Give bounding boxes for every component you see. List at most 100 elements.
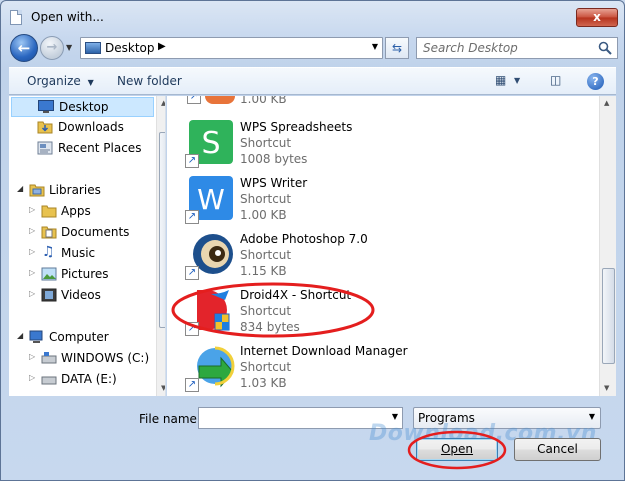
sidebar-item-label: Computer bbox=[49, 330, 109, 344]
list-item[interactable]: ↗ Internet Download Manager Shortcut 1.0… bbox=[185, 344, 585, 396]
expand-arrow-icon[interactable]: ▷ bbox=[29, 226, 35, 235]
navigation-bar: ← → ▼ Desktop ▶ ▼ ⇆ Search Desktop bbox=[1, 33, 624, 63]
shortcut-arrow-icon: ↗ bbox=[185, 378, 199, 392]
file-type: Shortcut bbox=[240, 360, 292, 374]
sidebar-item-downloads[interactable]: Downloads bbox=[11, 118, 154, 138]
file-size: 1.00 KB bbox=[240, 96, 287, 106]
sidebar-item-apps[interactable]: ▷ Apps bbox=[11, 202, 154, 222]
shortcut-arrow-icon: ↗ bbox=[185, 154, 199, 168]
scrollbar-thumb[interactable] bbox=[159, 132, 165, 328]
sidebar-item-computer[interactable]: ◢ Computer bbox=[11, 328, 154, 348]
file-type: Shortcut bbox=[240, 248, 292, 262]
sidebar-item-music[interactable]: ▷ ♫ Music bbox=[11, 244, 154, 264]
desktop-icon bbox=[38, 100, 54, 113]
sidebar-item-desktop[interactable]: Desktop bbox=[11, 97, 154, 117]
videos-icon bbox=[41, 288, 57, 302]
filename-label: File name: bbox=[139, 412, 201, 426]
cancel-button[interactable]: Cancel bbox=[514, 438, 601, 461]
list-item[interactable]: S ↗ WPS Spreadsheets Shortcut 1008 bytes bbox=[185, 120, 585, 176]
window-title: Open with... bbox=[31, 10, 104, 24]
open-with-dialog: Open with... x ← → ▼ Desktop ▶ ▼ ⇆ Searc… bbox=[0, 0, 625, 481]
sidebar-item-recent-places[interactable]: Recent Places bbox=[11, 139, 154, 159]
file-name: Adobe Photoshop 7.0 bbox=[240, 232, 368, 246]
scrollbar-thumb[interactable] bbox=[602, 268, 615, 364]
file-size: 1008 bytes bbox=[240, 152, 308, 166]
sidebar-item-windows-c[interactable]: ▷ WINDOWS (C:) bbox=[11, 349, 154, 369]
sidebar-item-data-e[interactable]: ▷ DATA (E:) bbox=[11, 370, 154, 390]
file-size: 1.03 KB bbox=[240, 376, 287, 390]
sidebar-item-libraries[interactable]: ◢ Libraries bbox=[11, 181, 154, 201]
file-name: Droid4X - Shortcut bbox=[240, 288, 352, 302]
sidebar-item-label: Videos bbox=[61, 288, 101, 302]
expand-arrow-icon[interactable]: ▷ bbox=[29, 373, 35, 382]
chevron-right-icon[interactable]: ▶ bbox=[158, 41, 166, 52]
file-name: Internet Download Manager bbox=[240, 344, 408, 358]
address-location[interactable]: Desktop bbox=[105, 41, 155, 55]
expand-arrow-icon[interactable]: ◢ bbox=[17, 331, 23, 340]
scroll-down-icon[interactable]: ▼ bbox=[161, 384, 165, 392]
close-button[interactable]: x bbox=[576, 8, 618, 27]
change-view-icon[interactable]: ▦ bbox=[495, 73, 506, 87]
file-list: ↗ 1.00 KB S ↗ WPS Spreadsheets Shortcut … bbox=[167, 96, 616, 396]
chevron-down-icon[interactable]: ▼ bbox=[589, 412, 595, 421]
expand-arrow-icon[interactable]: ▷ bbox=[29, 268, 35, 277]
scroll-down-icon[interactable]: ▼ bbox=[604, 384, 609, 392]
organize-label: Organize bbox=[27, 74, 81, 88]
chevron-down-icon[interactable]: ▼ bbox=[392, 412, 398, 421]
refresh-button[interactable]: ⇆ bbox=[385, 37, 409, 59]
expand-arrow-icon[interactable]: ▷ bbox=[29, 205, 35, 214]
document-icon bbox=[10, 10, 22, 25]
sidebar-item-label: Recent Places bbox=[58, 141, 142, 155]
address-dropdown-icon[interactable]: ▼ bbox=[372, 42, 378, 51]
list-item[interactable]: ↗ Droid4X - Shortcut Shortcut 834 bytes bbox=[185, 288, 585, 344]
folder-icon bbox=[41, 205, 57, 218]
shortcut-arrow-icon: ↗ bbox=[185, 266, 199, 280]
file-name: WPS Spreadsheets bbox=[240, 120, 353, 134]
desktop-icon bbox=[85, 42, 101, 54]
file-type: Shortcut bbox=[240, 304, 292, 318]
pictures-icon bbox=[41, 267, 57, 281]
music-icon: ♫ bbox=[42, 244, 55, 260]
help-icon[interactable]: ? bbox=[587, 73, 604, 90]
sidebar-item-videos[interactable]: ▷ Videos bbox=[11, 286, 154, 306]
preview-pane-icon[interactable]: ◫ bbox=[550, 73, 561, 87]
command-toolbar: Organize ▼ New folder ▦ ▼ ◫ ? bbox=[9, 67, 616, 95]
list-item[interactable]: W ↗ WPS Writer Shortcut 1.00 KB bbox=[185, 176, 585, 232]
expand-arrow-icon[interactable]: ▷ bbox=[29, 352, 35, 361]
sidebar-item-label: Pictures bbox=[61, 267, 109, 281]
sidebar-item-documents[interactable]: ▷ Documents bbox=[11, 223, 154, 243]
open-button[interactable]: Open bbox=[416, 438, 498, 461]
file-size: 1.00 KB bbox=[240, 208, 287, 222]
drive-e-icon bbox=[41, 376, 57, 385]
view-options-dropdown-icon[interactable]: ▼ bbox=[514, 76, 520, 85]
search-icon[interactable] bbox=[598, 41, 612, 55]
file-list-scrollbar[interactable]: ▲ ▼ bbox=[599, 96, 616, 396]
organize-button[interactable]: Organize ▼ bbox=[27, 74, 94, 88]
documents-icon bbox=[41, 226, 57, 239]
shortcut-arrow-icon: ↗ bbox=[185, 210, 199, 224]
title-bar: Open with... x bbox=[1, 1, 624, 33]
libraries-icon bbox=[29, 184, 45, 197]
sidebar-item-label: Downloads bbox=[58, 120, 124, 134]
expand-arrow-icon[interactable]: ◢ bbox=[17, 184, 23, 193]
search-input[interactable]: Search Desktop bbox=[416, 37, 618, 59]
chevron-down-icon: ▼ bbox=[87, 78, 94, 87]
computer-icon bbox=[29, 330, 43, 343]
expand-arrow-icon[interactable]: ▷ bbox=[29, 247, 35, 256]
navigation-scrollbar[interactable]: ▲ ▼ bbox=[156, 96, 165, 396]
forward-button[interactable]: → bbox=[40, 36, 64, 60]
scroll-up-icon[interactable]: ▲ bbox=[604, 99, 609, 107]
sidebar-item-label: Desktop bbox=[59, 100, 109, 114]
open-label: Open bbox=[440, 442, 474, 456]
address-bar[interactable]: Desktop ▶ ▼ bbox=[80, 37, 383, 59]
downloads-folder-icon bbox=[37, 121, 53, 134]
sidebar-item-label: Documents bbox=[61, 225, 130, 239]
sidebar-item-pictures[interactable]: ▷ Pictures bbox=[11, 265, 154, 285]
recent-pages-dropdown-icon[interactable]: ▼ bbox=[66, 43, 76, 53]
svg-text:W: W bbox=[197, 183, 225, 216]
list-item[interactable]: ↗ Adobe Photoshop 7.0 Shortcut 1.15 KB bbox=[185, 232, 585, 288]
back-button[interactable]: ← bbox=[10, 34, 38, 62]
expand-arrow-icon[interactable]: ▷ bbox=[29, 289, 35, 298]
new-folder-button[interactable]: New folder bbox=[117, 74, 182, 88]
scroll-up-icon[interactable]: ▲ bbox=[161, 99, 165, 107]
